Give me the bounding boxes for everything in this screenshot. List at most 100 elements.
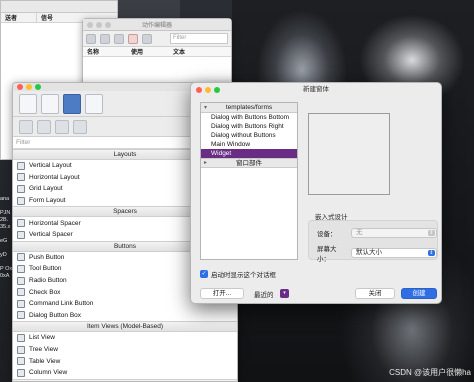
zoom-button[interactable] bbox=[214, 87, 220, 93]
widget-category-header[interactable]: Item Views (Model-Based) bbox=[13, 321, 237, 333]
widget-type-icon bbox=[17, 184, 25, 193]
widget-type-icon bbox=[17, 288, 25, 297]
widget-item-label: List View bbox=[29, 334, 55, 342]
minimize-button[interactable] bbox=[205, 87, 211, 93]
minimize-button[interactable] bbox=[26, 84, 32, 90]
undo-icon[interactable] bbox=[85, 93, 103, 114]
col-name[interactable]: 名称 bbox=[83, 47, 127, 56]
template-tree: ▾ templates/forms Dialog with Buttons Bo… bbox=[200, 102, 298, 260]
device-row: 设备： 无 ⇕ bbox=[317, 228, 437, 238]
delete-icon[interactable] bbox=[128, 33, 138, 44]
startup-checkbox-label: 启动时显示这个对话框 bbox=[211, 272, 276, 279]
widget-item-label: Vertical Layout bbox=[29, 162, 72, 170]
widget-item-label: Radio Button bbox=[29, 277, 67, 285]
chevron-updown-icon: ⇕ bbox=[428, 230, 435, 236]
recent-label[interactable]: 最近的 bbox=[254, 289, 274, 299]
widget-item-label: Vertical Spacer bbox=[29, 231, 73, 239]
action-filter-input[interactable]: Filter bbox=[170, 33, 228, 44]
col-sender[interactable]: 送者 bbox=[1, 13, 37, 22]
zoom-button[interactable] bbox=[35, 84, 41, 90]
widget-item[interactable]: List View bbox=[13, 332, 237, 344]
widget-item-label: Table View bbox=[29, 357, 61, 365]
watermark-text: CSDN @该用户很懒ha bbox=[389, 368, 471, 377]
window-controls bbox=[87, 22, 111, 28]
template-group-header[interactable]: ▾ templates/forms bbox=[201, 103, 297, 113]
edit-signals-icon[interactable] bbox=[37, 119, 51, 134]
zoom-button[interactable] bbox=[105, 22, 111, 28]
col-signal[interactable]: 信号 bbox=[37, 13, 53, 22]
create-button[interactable]: 创建 bbox=[401, 288, 437, 299]
edit-icon[interactable] bbox=[142, 33, 152, 44]
widget-item[interactable]: Column View bbox=[13, 367, 237, 379]
close-button[interactable] bbox=[87, 22, 93, 28]
device-value: 无 bbox=[356, 229, 363, 236]
widget-type-icon bbox=[17, 196, 25, 205]
device-select[interactable]: 无 ⇕ bbox=[351, 228, 437, 238]
widget-item-label: Tool Button bbox=[29, 265, 62, 273]
widget-item-label: Push Button bbox=[29, 253, 65, 261]
screen-size-select[interactable]: 默认大小 ⇕ bbox=[351, 248, 437, 258]
widget-category-header[interactable]: Item Widgets (Item-Based) bbox=[13, 378, 237, 381]
paste-icon[interactable] bbox=[114, 33, 124, 44]
widget-type-icon bbox=[17, 276, 25, 285]
widget-type-icon bbox=[17, 173, 25, 182]
action-editor-title: 动作编辑器 bbox=[141, 23, 172, 29]
widget-item[interactable]: Dialog Button Box bbox=[13, 310, 237, 322]
widget-item-label: Grid Layout bbox=[29, 185, 63, 193]
chevron-updown-icon: ⇕ bbox=[428, 250, 435, 256]
widgets-group-header[interactable]: ▸ 窗口部件 bbox=[201, 158, 297, 168]
open-button[interactable]: 打开... bbox=[200, 288, 244, 299]
close-button[interactable] bbox=[17, 84, 23, 90]
save-form-icon[interactable] bbox=[63, 93, 81, 114]
widget-type-icon bbox=[17, 219, 25, 228]
template-item[interactable]: Widget bbox=[201, 149, 297, 158]
layout-horizontal-icon[interactable] bbox=[55, 119, 69, 134]
widget-type-icon bbox=[17, 230, 25, 239]
action-editor-titlebar: 动作编辑器 bbox=[83, 19, 231, 31]
layout-vertical-icon[interactable] bbox=[73, 119, 87, 134]
col-used[interactable]: 使用 bbox=[127, 47, 169, 56]
startup-option: ✓ 启动时显示这个对话框 bbox=[200, 269, 276, 279]
template-list: Dialog with Buttons Bottom Dialog with Bu… bbox=[201, 113, 297, 158]
edit-widgets-icon[interactable] bbox=[19, 119, 33, 134]
widget-item-label: Tree View bbox=[29, 346, 58, 354]
widget-item-label: Horizontal Spacer bbox=[29, 219, 81, 227]
recent-dropdown-icon[interactable]: ▾ bbox=[280, 289, 289, 298]
embedded-design-group: 设备： 无 ⇕ 屏幕大小： 默认大小 ⇕ bbox=[308, 220, 438, 263]
widget-type-icon bbox=[17, 253, 25, 262]
dialog-title: 新建窗体 bbox=[303, 86, 329, 93]
template-item[interactable]: Dialog with Buttons Right bbox=[201, 122, 297, 131]
widget-type-icon bbox=[17, 345, 25, 354]
widget-item-label: Check Box bbox=[29, 288, 61, 296]
widget-item-label: Command Link Button bbox=[29, 300, 94, 308]
startup-checkbox[interactable]: ✓ bbox=[200, 270, 208, 278]
widget-type-icon bbox=[17, 368, 25, 377]
screen-size-label: 屏幕大小： bbox=[317, 246, 337, 263]
copy-icon[interactable] bbox=[100, 33, 110, 44]
action-editor-toolbar: Filter bbox=[83, 31, 231, 47]
window-titlebar bbox=[1, 1, 117, 13]
minimize-button[interactable] bbox=[96, 22, 102, 28]
widget-type-icon bbox=[17, 161, 25, 170]
widget-item[interactable]: Table View bbox=[13, 355, 237, 367]
col-text[interactable]: 文本 bbox=[169, 47, 185, 56]
widget-type-icon bbox=[17, 333, 25, 342]
widget-item[interactable]: Tree View bbox=[13, 344, 237, 356]
new-form-icon[interactable] bbox=[19, 93, 37, 114]
close-button[interactable] bbox=[196, 87, 202, 93]
widget-item-label: Column View bbox=[29, 369, 68, 377]
window-controls bbox=[196, 87, 220, 93]
action-table-header: 名称 使用 文本 bbox=[83, 47, 231, 57]
template-item[interactable]: Dialog with Buttons Bottom bbox=[201, 113, 297, 122]
open-form-icon[interactable] bbox=[41, 93, 59, 114]
window-controls bbox=[17, 84, 41, 90]
template-item[interactable]: Dialog without Buttons bbox=[201, 131, 297, 140]
widget-type-icon bbox=[17, 311, 25, 320]
close-dialog-button[interactable]: 关闭 bbox=[355, 288, 395, 299]
template-item[interactable]: Main Window bbox=[201, 140, 297, 149]
new-action-icon[interactable] bbox=[86, 33, 96, 44]
screen-size-row: 屏幕大小： 默认大小 ⇕ bbox=[317, 243, 437, 263]
widget-item-label: Horizontal Layout bbox=[29, 173, 80, 181]
widget-item-label: Dialog Button Box bbox=[29, 311, 82, 319]
widget-type-icon bbox=[17, 299, 25, 308]
